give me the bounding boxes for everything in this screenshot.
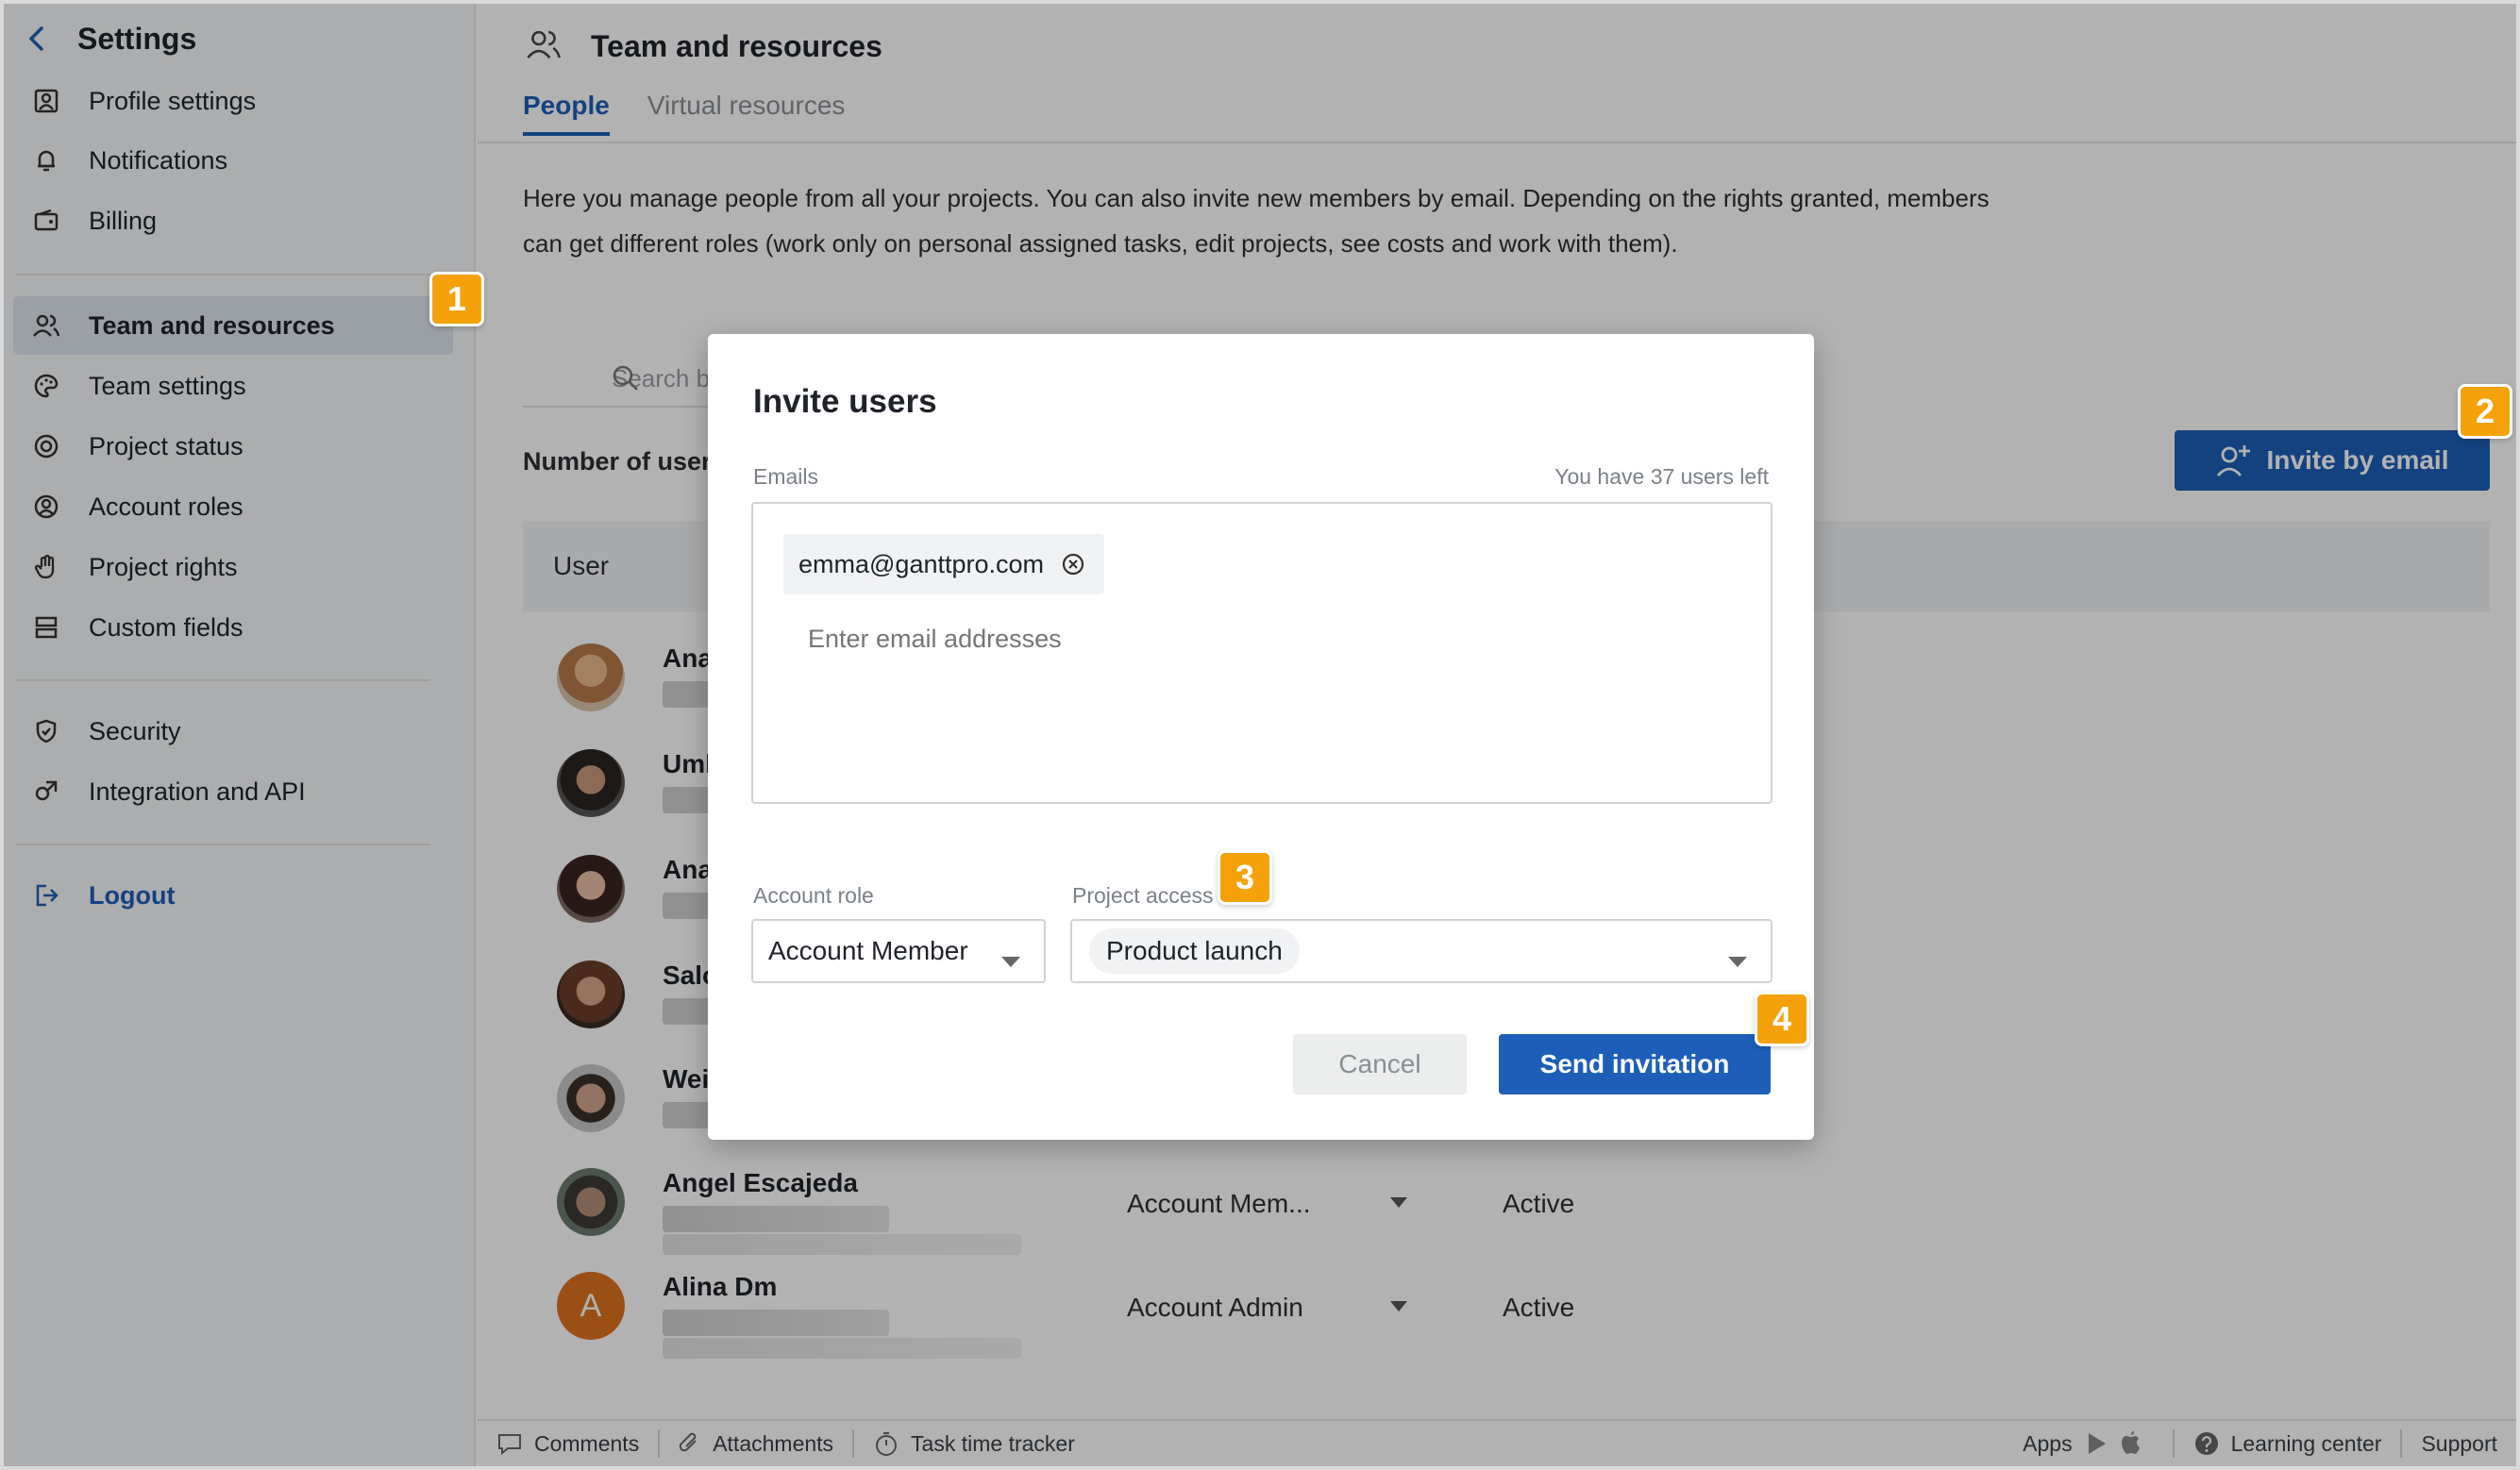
- chevron-down-icon: [1727, 945, 1748, 976]
- step-badge-4: 4: [1755, 992, 1809, 1046]
- email-chip-label: emma@ganttpro.com: [798, 549, 1045, 578]
- emails-label: Emails: [753, 464, 819, 489]
- project-access-select[interactable]: Product launch: [1070, 919, 1772, 983]
- emails-field[interactable]: emma@ganttpro.com: [751, 502, 1772, 804]
- invite-users-dialog: Invite users Emails You have 37 users le…: [708, 334, 1814, 1140]
- remove-chip-icon[interactable]: [1061, 552, 1085, 576]
- step-badge-1: 1: [429, 272, 484, 326]
- email-input[interactable]: [808, 625, 1374, 654]
- send-invitation-button[interactable]: Send invitation: [1499, 1034, 1771, 1094]
- chevron-down-icon: [1000, 945, 1021, 976]
- account-role-label: Account role: [753, 883, 874, 908]
- step-badge-3: 3: [1218, 850, 1272, 905]
- account-role-value: Account Member: [768, 936, 968, 965]
- project-pill: Product launch: [1089, 928, 1300, 974]
- app-window: Settings Profile settings Notifications …: [0, 0, 2520, 1470]
- cancel-button[interactable]: Cancel: [1293, 1034, 1467, 1094]
- email-chip: emma@ganttpro.com: [783, 534, 1105, 594]
- account-role-select[interactable]: Account Member: [751, 919, 1046, 983]
- dialog-title: Invite users: [753, 383, 937, 420]
- project-access-label: Project access: [1072, 883, 1214, 908]
- step-badge-2: 2: [2458, 384, 2512, 439]
- users-left-hint: You have 37 users left: [1554, 464, 1769, 489]
